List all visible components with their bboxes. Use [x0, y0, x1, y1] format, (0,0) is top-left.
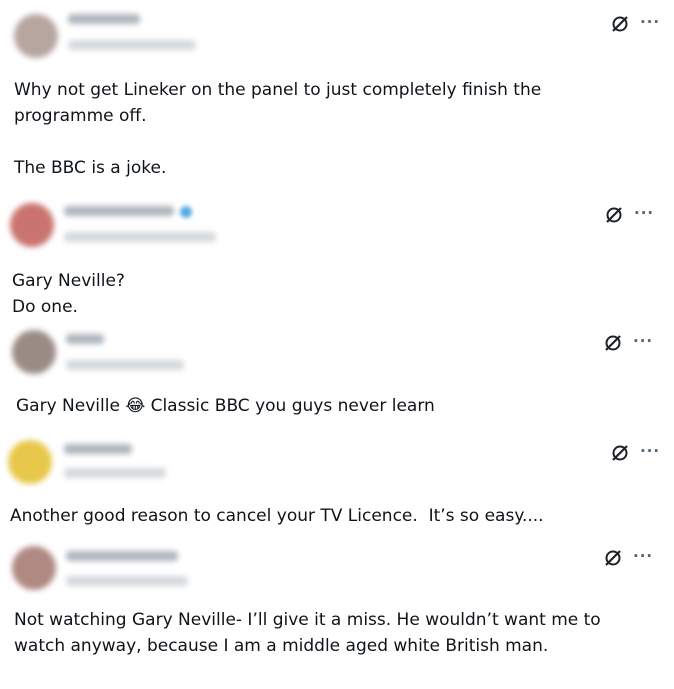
user-handle[interactable]: [68, 40, 196, 50]
display-name[interactable]: [64, 444, 132, 454]
display-name[interactable]: [68, 14, 140, 24]
avatar[interactable]: [14, 14, 58, 58]
avatar[interactable]: [8, 440, 52, 484]
grok-icon[interactable]: [604, 205, 624, 225]
user-handle[interactable]: [66, 576, 188, 586]
avatar[interactable]: [12, 546, 56, 590]
grok-icon[interactable]: [603, 333, 623, 353]
verified-badge-icon: [180, 206, 192, 218]
post-text: Gary Neville? Do one.: [12, 271, 125, 317]
user-handle[interactable]: [64, 232, 216, 242]
more-icon[interactable]: ···: [640, 12, 660, 32]
avatar[interactable]: [10, 203, 54, 247]
more-icon[interactable]: ···: [640, 441, 660, 461]
grok-icon[interactable]: [610, 443, 630, 463]
more-icon[interactable]: ···: [633, 546, 653, 566]
user-handle[interactable]: [64, 468, 166, 478]
post-text: Why not get Lineker on the panel to just…: [14, 80, 542, 178]
display-name[interactable]: [66, 334, 104, 344]
avatar[interactable]: [12, 330, 56, 374]
grok-icon[interactable]: [603, 548, 623, 568]
more-icon[interactable]: ···: [634, 203, 654, 223]
grok-icon[interactable]: [610, 14, 630, 34]
user-handle[interactable]: [66, 360, 184, 370]
display-name[interactable]: [66, 551, 178, 561]
post-text: Not watching Gary Neville- I’ll give it …: [14, 610, 601, 656]
more-icon[interactable]: ···: [633, 331, 653, 351]
post-text: Gary Neville 😂 Classic BBC you guys neve…: [16, 396, 435, 416]
post-text: Another good reason to cancel your TV Li…: [10, 506, 544, 526]
display-name[interactable]: [64, 206, 174, 216]
